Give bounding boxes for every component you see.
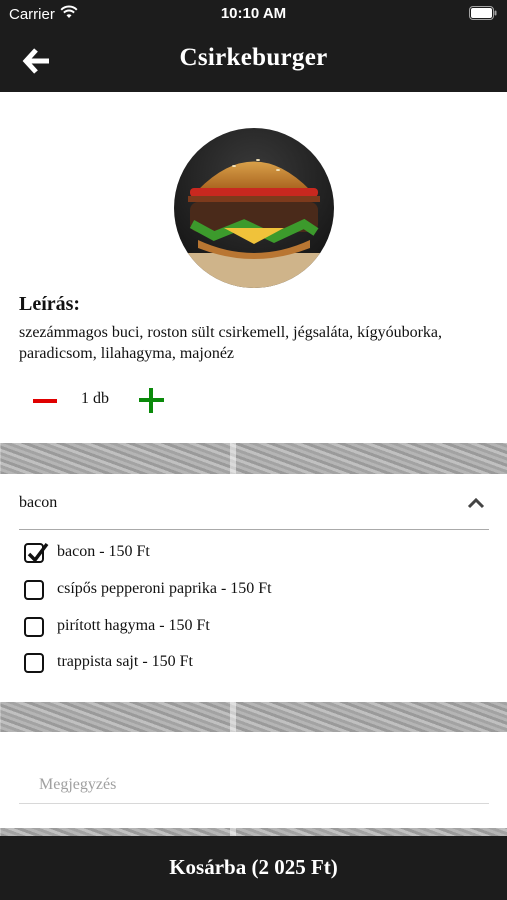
add-to-cart-button[interactable]: Kosárba (2 025 Ft) — [0, 836, 507, 900]
option-label: bacon - 150 Ft — [57, 543, 150, 560]
options-group-header[interactable]: bacon — [19, 488, 489, 530]
decrease-quantity-button[interactable] — [31, 387, 59, 413]
description-title: Leírás: — [19, 293, 81, 315]
status-bar: Carrier 10:10 AM — [0, 0, 507, 28]
battery-icon — [469, 6, 497, 24]
texture-divider — [0, 702, 507, 732]
options-group-label: bacon — [19, 494, 58, 511]
checkmark-icon — [27, 542, 49, 563]
option-label: csípős pepperoni paprika - 150 Ft — [57, 580, 272, 597]
checkbox[interactable] — [24, 580, 44, 600]
chevron-up-icon — [467, 497, 485, 509]
checkbox[interactable] — [24, 653, 44, 673]
description-text: szezámmagos buci, roston sült csirkemell… — [19, 324, 442, 362]
status-time: 10:10 AM — [220, 5, 287, 22]
quantity-stepper: 1 db — [19, 383, 219, 417]
option-label: pirított hagyma - 150 Ft — [57, 617, 210, 634]
product-image — [174, 128, 334, 288]
top-bar: Carrier 10:10 AM Csirkeburger — [0, 0, 507, 92]
add-to-cart-label: Kosárba (2 025 Ft) — [169, 855, 338, 879]
option-item[interactable]: bacon - 150 Ft — [24, 540, 464, 566]
texture-divider — [0, 443, 507, 474]
checkbox-checked[interactable] — [24, 542, 49, 563]
texture-divider — [0, 828, 507, 836]
note-card — [0, 732, 507, 828]
page-title: Csirkeburger — [179, 44, 328, 71]
options-card: bacon bacon - 150 Ft csípős pepperoni pa… — [0, 474, 507, 702]
option-item[interactable]: csípős pepperoni paprika - 150 Ft — [24, 577, 464, 603]
note-input[interactable] — [19, 766, 489, 804]
option-item[interactable]: pirított hagyma - 150 Ft — [24, 614, 464, 640]
increase-quantity-button[interactable] — [138, 386, 166, 414]
quantity-value: 1 db — [81, 390, 109, 407]
checkbox[interactable] — [24, 617, 44, 637]
option-label: trappista sajt - 150 Ft — [57, 653, 193, 670]
burger-image-icon — [174, 128, 334, 288]
option-item[interactable]: trappista sajt - 150 Ft — [24, 650, 464, 676]
